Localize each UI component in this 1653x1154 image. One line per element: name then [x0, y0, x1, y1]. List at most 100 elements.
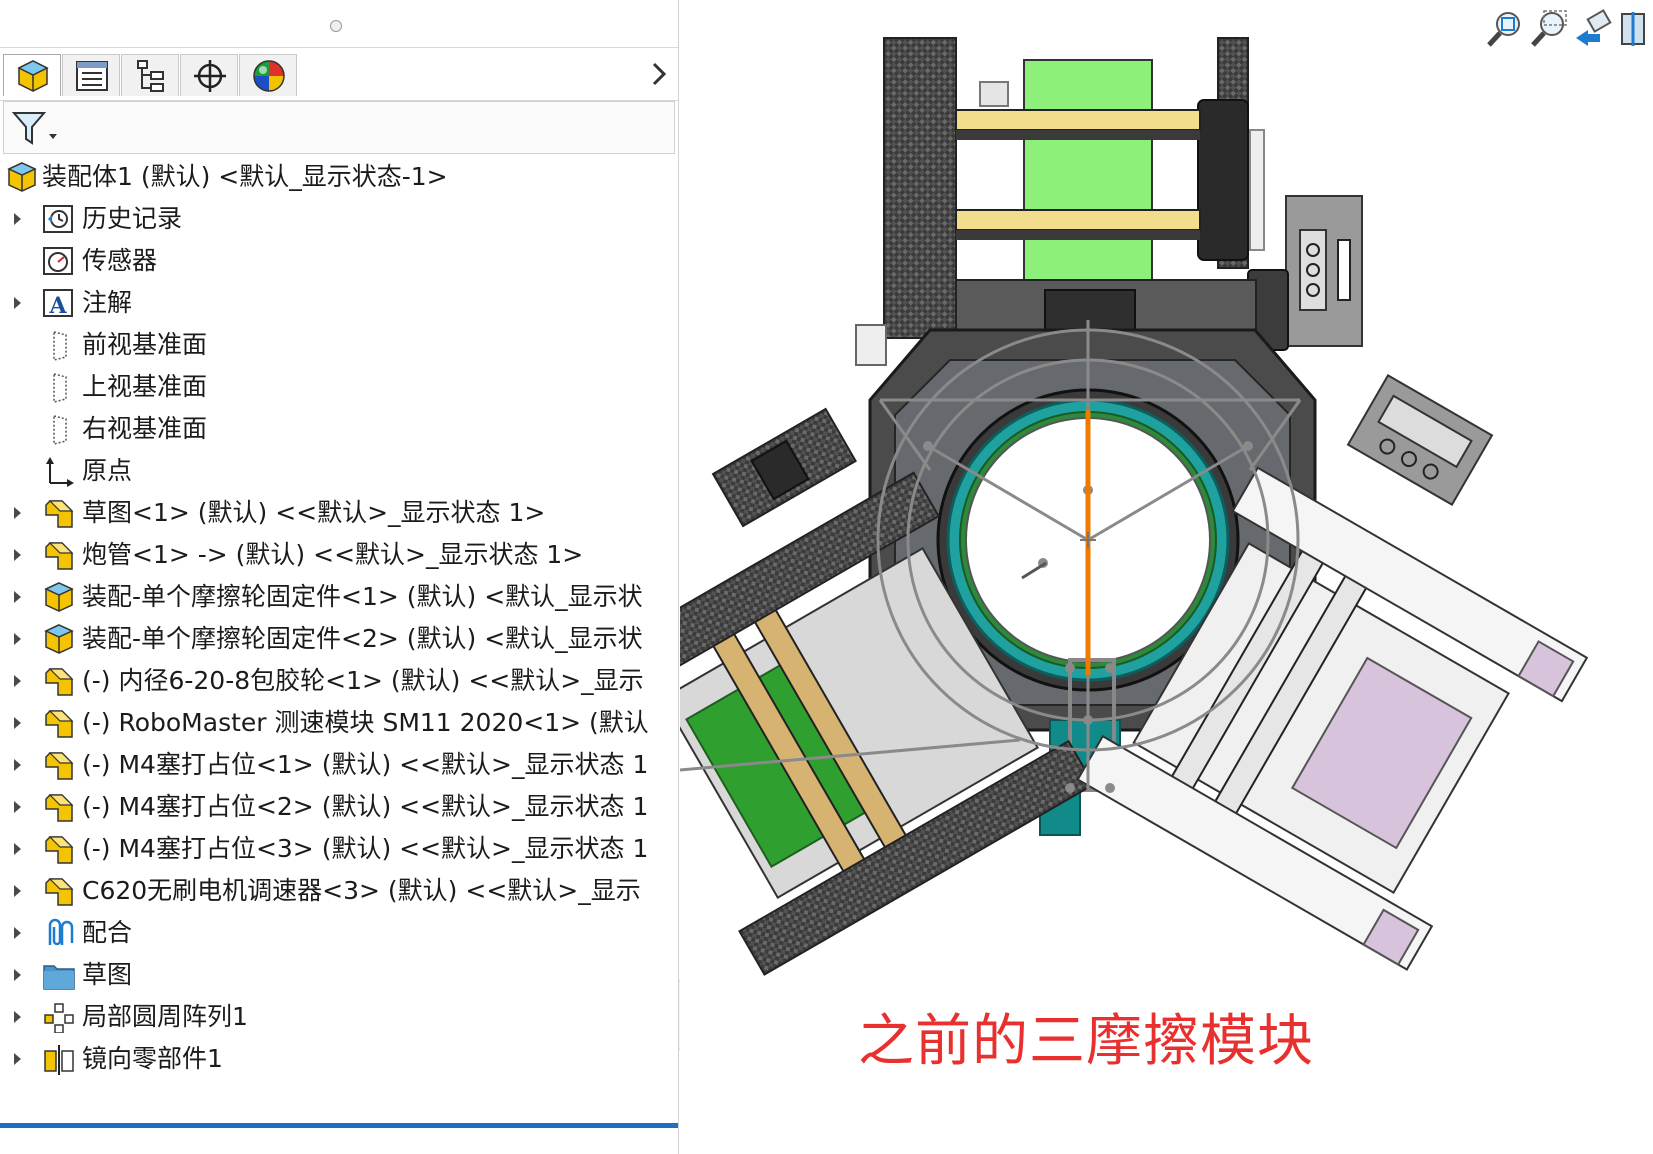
plane-icon	[53, 415, 67, 445]
tree-item[interactable]: (-) M4塞打占位<2> (默认) <<默认>_显示状态 1	[0, 786, 678, 828]
svg-text:A: A	[48, 293, 67, 319]
panel-bottom-divider	[0, 1123, 678, 1128]
property-manager-tab[interactable]	[62, 54, 120, 96]
part-icon	[45, 836, 74, 864]
part-icon	[45, 710, 74, 738]
tree-root-label: 装配体1 (默认) <默认_显示状态-1>	[42, 162, 448, 191]
expand-caret-icon[interactable]	[14, 297, 21, 309]
tree-item[interactable]: 传感器	[0, 240, 678, 282]
speed-module-box	[1346, 373, 1494, 507]
section-view-icon[interactable]	[1616, 8, 1653, 50]
previous-view-icon[interactable]	[1572, 8, 1612, 50]
feature-manager-tab[interactable]	[3, 54, 61, 96]
tree-root-assembly[interactable]: 装配体1 (默认) <默认_显示状态-1>	[0, 156, 678, 198]
left-connector-block	[711, 407, 857, 528]
expand-caret-icon[interactable]	[14, 843, 21, 855]
expand-caret-icon[interactable]	[14, 591, 21, 603]
expand-caret-icon[interactable]	[14, 969, 21, 981]
tree-item-label: C620无刷电机调速器<3> (默认) <<默认>_显示	[82, 876, 641, 905]
circular-pattern-icon	[44, 1003, 74, 1033]
tree-item[interactable]: C620无刷电机调速器<3> (默认) <<默认>_显示	[0, 870, 678, 912]
tree-item-label: 上视基准面	[82, 372, 208, 401]
expand-caret-icon[interactable]	[14, 801, 21, 813]
tree-item-label: 装配-单个摩擦轮固定件<1> (默认) <默认_显示状	[82, 582, 643, 611]
subassembly-icon	[44, 624, 74, 654]
expand-caret-icon[interactable]	[14, 507, 21, 519]
tree-item-label: 炮管<1> -> (默认) <<默认>_显示状态 1>	[82, 540, 584, 569]
cad-model-render	[680, 37, 1589, 976]
top-friction-module	[855, 37, 1363, 366]
property-list-icon	[76, 61, 108, 91]
tree-item[interactable]: 草图	[0, 954, 678, 996]
tree-item[interactable]: (-) 内径6-20-8包胶轮<1> (默认) <<默认>_显示	[0, 660, 678, 702]
zoom-to-fit-icon[interactable]	[1484, 8, 1524, 50]
dimxpert-tab[interactable]	[180, 54, 238, 96]
plane-icon	[53, 331, 67, 361]
tree-item[interactable]: (-) RoboMaster 测速模块 SM11 2020<1> (默认	[0, 702, 678, 744]
tree-item-label: 右视基准面	[82, 414, 208, 443]
expand-caret-icon[interactable]	[14, 759, 21, 771]
expand-caret-icon[interactable]	[14, 1011, 21, 1023]
tree-item-label: 装配-单个摩擦轮固定件<2> (默认) <默认_显示状	[82, 624, 643, 653]
part-icon	[45, 752, 74, 780]
part-icon	[45, 794, 74, 822]
tree-item[interactable]: 原点	[0, 450, 678, 492]
tree-item-label: 传感器	[82, 246, 158, 275]
annotation-caption: 之前的三摩擦模块	[858, 1009, 1314, 1074]
expand-caret-icon[interactable]	[14, 927, 21, 939]
color-sphere-icon	[253, 60, 285, 92]
origin-icon	[46, 457, 74, 487]
tree-item[interactable]: 上视基准面	[0, 366, 678, 408]
part-icon	[45, 668, 74, 696]
tree-item[interactable]: 炮管<1> -> (默认) <<默认>_显示状态 1>	[0, 534, 678, 576]
expand-caret-icon[interactable]	[14, 213, 21, 225]
tree-item-label: (-) M4塞打占位<2> (默认) <<默认>_显示状态 1	[82, 792, 649, 821]
tree-item[interactable]: 装配-单个摩擦轮固定件<1> (默认) <默认_显示状	[0, 576, 678, 618]
chevron-right-icon[interactable]	[648, 60, 670, 88]
expand-caret-icon[interactable]	[14, 1053, 21, 1065]
part-icon	[45, 878, 74, 906]
tree-item[interactable]: 局部圆周阵列1	[0, 996, 678, 1038]
tree-item[interactable]: 镜向零部件1	[0, 1038, 678, 1080]
tree-item-label: 配合	[82, 918, 133, 947]
configuration-manager-tab[interactable]	[121, 54, 179, 96]
tree-item-label: (-) M4塞打占位<3> (默认) <<默认>_显示状态 1	[82, 834, 649, 863]
history-icon	[43, 205, 73, 233]
graphics-viewport[interactable]	[680, 0, 1653, 1154]
funnel-filter-icon[interactable]	[11, 110, 59, 148]
crosshair-target-icon	[194, 60, 226, 92]
tree-item-label: 镜向零部件1	[82, 1044, 223, 1073]
display-manager-tab[interactable]	[239, 54, 297, 96]
tree-item-label: 注解	[82, 288, 133, 317]
tree-item[interactable]: 配合	[0, 912, 678, 954]
tree-item[interactable]: 装配-单个摩擦轮固定件<2> (默认) <默认_显示状	[0, 618, 678, 660]
heads-up-view-toolbar	[1484, 8, 1653, 52]
tree-item[interactable]: (-) M4塞打占位<3> (默认) <<默认>_显示状态 1	[0, 828, 678, 870]
tree-item-label: 草图<1> (默认) <<默认>_显示状态 1>	[82, 498, 546, 527]
subassembly-icon	[44, 582, 74, 612]
expand-caret-icon[interactable]	[14, 885, 21, 897]
tree-item-label: 历史记录	[82, 204, 183, 233]
tree-item-label: (-) RoboMaster 测速模块 SM11 2020<1> (默认	[82, 708, 649, 737]
feature-manager-panel: 装配体1 (默认) <默认_显示状态-1> 历史记录传感器 A 注解前视基准面上视基…	[0, 0, 678, 1154]
zoom-to-area-icon[interactable]	[1528, 8, 1568, 50]
tree-item[interactable]: 右视基准面	[0, 408, 678, 450]
part-icon	[45, 542, 74, 570]
tree-item-label: (-) M4塞打占位<1> (默认) <<默认>_显示状态 1	[82, 750, 649, 779]
mates-paperclip-icon	[48, 918, 74, 946]
sensor-gauge-icon	[43, 247, 73, 275]
annotation-icon: A	[43, 289, 73, 319]
tree-item[interactable]: (-) M4塞打占位<1> (默认) <<默认>_显示状态 1	[0, 744, 678, 786]
expand-caret-icon[interactable]	[14, 549, 21, 561]
tree-item-label: 前视基准面	[82, 330, 208, 359]
tree-item-label: (-) 内径6-20-8包胶轮<1> (默认) <<默认>_显示	[82, 666, 644, 695]
tree-item[interactable]: 历史记录	[0, 198, 678, 240]
tree-filter-bar[interactable]	[3, 101, 675, 154]
tree-item[interactable]: A 注解	[0, 282, 678, 324]
panel-drag-handle[interactable]	[330, 20, 342, 32]
tree-item[interactable]: 前视基准面	[0, 324, 678, 366]
tree-item[interactable]: 草图<1> (默认) <<默认>_显示状态 1>	[0, 492, 678, 534]
expand-caret-icon[interactable]	[14, 633, 21, 645]
expand-caret-icon[interactable]	[14, 717, 21, 729]
expand-caret-icon[interactable]	[14, 675, 21, 687]
